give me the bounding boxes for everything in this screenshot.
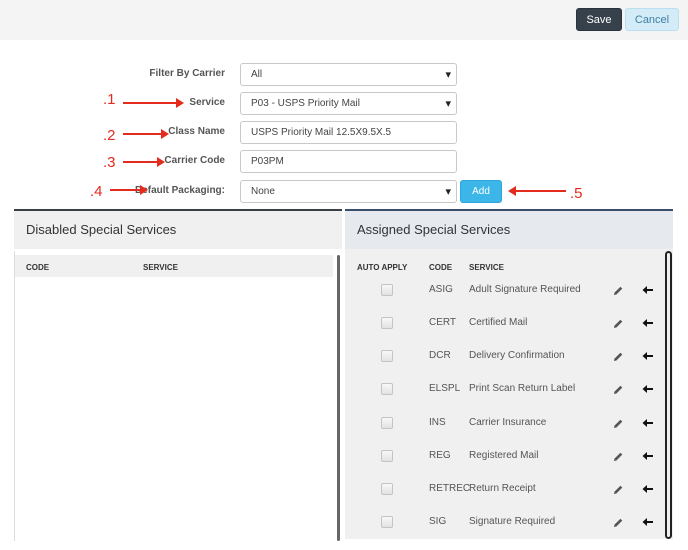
auto-apply-checkbox[interactable] bbox=[381, 383, 393, 395]
filter-by-carrier-label: Filter By Carrier bbox=[149, 68, 225, 79]
class-name-value: USPS Priority Mail 12.5X9.5X.5 bbox=[251, 127, 392, 138]
carrier-code-value: P03PM bbox=[251, 156, 284, 167]
arrow-left-icon[interactable] bbox=[642, 350, 654, 362]
cancel-button[interactable]: Cancel bbox=[625, 8, 679, 31]
table-row: DCR Delivery Confirmation bbox=[345, 350, 663, 383]
arrow-left-icon[interactable] bbox=[642, 483, 654, 495]
add-button[interactable]: Add bbox=[460, 180, 502, 203]
pencil-icon[interactable] bbox=[612, 484, 624, 496]
top-toolbar: Save Cancel bbox=[0, 0, 688, 40]
default-packaging-row: Default Packaging: None Add bbox=[0, 180, 688, 204]
annotation-1: .1 bbox=[103, 91, 116, 108]
arrow-left-icon[interactable] bbox=[642, 284, 654, 296]
row-service: Delivery Confirmation bbox=[469, 350, 565, 361]
arrow-left-icon[interactable] bbox=[642, 450, 654, 462]
annotation-arrow-2 bbox=[123, 129, 169, 139]
row-service: Certified Mail bbox=[469, 317, 528, 328]
annotation-arrow-3 bbox=[123, 157, 165, 167]
row-service: Adult Signature Required bbox=[469, 284, 581, 295]
pencil-icon[interactable] bbox=[612, 451, 624, 463]
default-packaging-select[interactable]: None bbox=[240, 180, 457, 203]
row-code: ASIG bbox=[429, 284, 453, 295]
arrow-left-icon[interactable] bbox=[642, 516, 654, 528]
table-row: ELSPL Print Scan Return Label bbox=[345, 383, 663, 416]
filter-by-carrier-value: All bbox=[251, 69, 263, 80]
table-row: RETREC Return Receipt bbox=[345, 483, 663, 516]
row-service: Registered Mail bbox=[469, 450, 539, 461]
pencil-icon[interactable] bbox=[612, 285, 624, 297]
pencil-icon[interactable] bbox=[612, 318, 624, 330]
disabled-code-header: CODE bbox=[26, 263, 50, 272]
service-label: Service bbox=[189, 97, 225, 108]
annotation-arrow-1 bbox=[123, 98, 184, 108]
disabled-service-header: SERVICE bbox=[143, 263, 178, 272]
pencil-icon[interactable] bbox=[612, 351, 624, 363]
annotation-arrow-5 bbox=[508, 186, 566, 196]
disabled-services-list: CODE SERVICE bbox=[14, 251, 342, 541]
row-service: Return Receipt bbox=[469, 483, 536, 494]
default-packaging-value: None bbox=[251, 186, 275, 197]
auto-apply-checkbox[interactable] bbox=[381, 516, 393, 528]
table-row: INS Carrier Insurance bbox=[345, 417, 663, 450]
row-code: DCR bbox=[429, 350, 451, 361]
class-name-label: Class Name bbox=[168, 126, 225, 137]
auto-apply-checkbox[interactable] bbox=[381, 483, 393, 495]
service-value: P03 - USPS Priority Mail bbox=[251, 98, 360, 109]
pencil-icon[interactable] bbox=[612, 517, 624, 529]
carrier-code-label: Carrier Code bbox=[164, 155, 225, 166]
auto-apply-checkbox[interactable] bbox=[381, 284, 393, 296]
assigned-special-services-panel: Assigned Special Services AUTO APPLY COD… bbox=[345, 209, 673, 539]
annotation-3: .3 bbox=[103, 154, 116, 171]
row-service: Signature Required bbox=[469, 516, 556, 527]
assigned-services-list: AUTO APPLY CODE SERVICE ASIG Adult Signa… bbox=[345, 251, 673, 541]
pencil-icon[interactable] bbox=[612, 418, 624, 430]
annotation-arrow-4 bbox=[110, 185, 148, 195]
table-row: ASIG Adult Signature Required bbox=[345, 284, 663, 317]
row-code: INS bbox=[429, 417, 446, 428]
row-service: Carrier Insurance bbox=[469, 417, 547, 428]
auto-apply-header: AUTO APPLY bbox=[357, 263, 408, 272]
annotation-5: .5 bbox=[570, 185, 583, 202]
disabled-scrollbar[interactable] bbox=[337, 255, 340, 541]
filter-by-carrier-row: Filter By Carrier All bbox=[0, 63, 688, 87]
auto-apply-checkbox[interactable] bbox=[381, 317, 393, 329]
row-code: RETREC bbox=[429, 483, 471, 494]
auto-apply-checkbox[interactable] bbox=[381, 417, 393, 429]
annotation-2: .2 bbox=[103, 127, 116, 144]
auto-apply-checkbox[interactable] bbox=[381, 450, 393, 462]
disabled-panel-title: Disabled Special Services bbox=[14, 211, 342, 249]
table-row: SIG Signature Required bbox=[345, 516, 663, 549]
default-packaging-label: Default Packaging: bbox=[134, 185, 225, 196]
disabled-special-services-panel: Disabled Special Services CODE SERVICE bbox=[14, 209, 342, 541]
table-row: REG Registered Mail bbox=[345, 450, 663, 483]
auto-apply-checkbox[interactable] bbox=[381, 350, 393, 362]
carrier-code-input[interactable]: P03PM bbox=[240, 150, 457, 173]
table-row: CERT Certified Mail bbox=[345, 317, 663, 350]
save-button[interactable]: Save bbox=[576, 8, 622, 31]
arrow-left-icon[interactable] bbox=[642, 383, 654, 395]
class-name-input[interactable]: USPS Priority Mail 12.5X9.5X.5 bbox=[240, 121, 457, 144]
arrow-left-icon[interactable] bbox=[642, 317, 654, 329]
assigned-panel-title: Assigned Special Services bbox=[345, 211, 673, 249]
filter-by-carrier-select[interactable]: All bbox=[240, 63, 457, 86]
row-code: REG bbox=[429, 450, 451, 461]
service-select[interactable]: P03 - USPS Priority Mail bbox=[240, 92, 457, 115]
row-code: ELSPL bbox=[429, 383, 461, 394]
disabled-table-header: CODE SERVICE bbox=[15, 255, 333, 277]
annotation-4: .4 bbox=[90, 183, 103, 200]
assigned-scrollbar[interactable] bbox=[665, 251, 672, 539]
row-service: Print Scan Return Label bbox=[469, 383, 576, 394]
assigned-service-header: SERVICE bbox=[469, 263, 504, 272]
row-code: CERT bbox=[429, 317, 457, 328]
row-code: SIG bbox=[429, 516, 447, 527]
assigned-code-header: CODE bbox=[429, 263, 453, 272]
assigned-table-header: AUTO APPLY CODE SERVICE bbox=[345, 255, 665, 277]
arrow-left-icon[interactable] bbox=[642, 417, 654, 429]
pencil-icon[interactable] bbox=[612, 384, 624, 396]
